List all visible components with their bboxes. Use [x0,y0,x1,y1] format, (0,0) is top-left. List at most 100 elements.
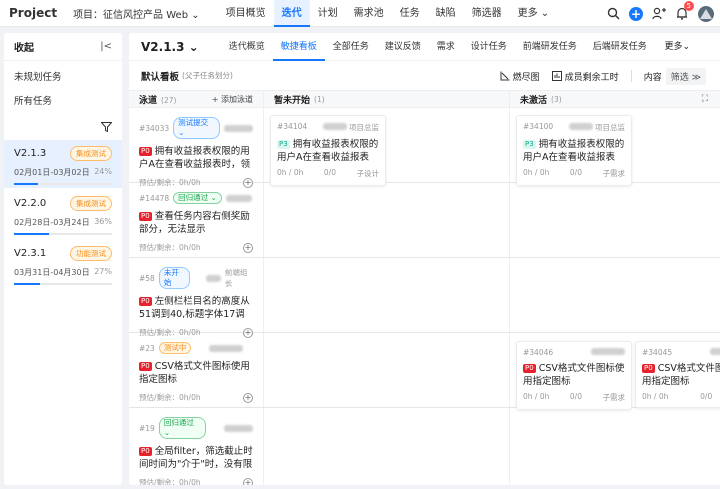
column-divider [509,91,510,485]
sidebar-collapse-label[interactable]: 收起 [14,39,34,54]
status-tag[interactable]: 回归通过 ⌄ [173,192,222,204]
task-card[interactable]: #34100 项目总监 P3拥有收益报表权限的用户A在查看收益报表时，领 0h … [516,115,632,186]
bar-chart-icon [551,71,562,81]
user-avatar[interactable] [698,5,714,22]
iteration-percent: 24% [94,167,112,176]
nav-task[interactable]: 任务 [392,0,428,27]
add-member-icon[interactable] [652,7,666,21]
board-title[interactable]: 默认看板 [141,69,179,83]
estimate-text: 预估/剩余：0h/0h [139,393,201,402]
task-id: #23 [139,343,155,353]
sidebar-item-all-tasks[interactable]: 所有任务 [4,93,122,111]
swimlane[interactable]: #58未开始 前端组长 P0左侧栏栏目名的高度从51调到40,标题字体17调到15… [129,259,263,346]
task-card[interactable]: #34104 项目总监 P3拥有收益报表权限的用户A在查看收益报表时，领 0h … [270,115,386,186]
iteration-item[interactable]: V2.1.3 集成测试 02月01日-03月02日 24% [4,140,122,188]
iteration-name: V2.2.0 [14,198,47,209]
create-plus-icon[interactable]: + [629,6,643,21]
filter-funnel-icon[interactable] [100,122,113,135]
expand-icon[interactable]: ⛶ [702,94,708,104]
tab-frontend-tasks[interactable]: 前端研发任务 [515,33,585,61]
swimlane[interactable]: #34033测试提交 ⌄ P0拥有收益报表权限的用户A在查看收益报表时，领队关 … [129,109,263,196]
project-selector[interactable]: 项目：征信风控产品 Web ⌄ [73,6,200,21]
nav-requirement-pool[interactable]: 需求池 [346,0,392,27]
todo-column-header: 暂未开始 (1) [264,91,509,108]
todo-count: (1) [314,94,325,104]
assignee-redacted [224,124,253,132]
swimlane[interactable]: #14478 回归通过 ⌄ P0 查看任务内容右侧奖励部分，无法显示 预估/剩余：0… [129,184,263,261]
task-title[interactable]: 左侧栏栏目名的高度从51调到40,标题字体17调到15,统 [139,296,250,321]
lane-count: (27) [161,95,177,105]
tab-all-tasks[interactable]: 全部任务 [325,33,377,61]
assignee-redacted [710,348,720,355]
card-subtask-count: 0/0 [700,392,713,401]
task-title[interactable]: CSV格式文件图标使用指定图标 [139,361,250,385]
top-bar: Project 项目：征信风控产品 Web ⌄ 项目概览 迭代 计划 需求池 任… [0,0,720,27]
sidebar-item-unplanned[interactable]: 未规划任务 [4,69,122,87]
version-selector[interactable]: V2.1.3 ⌄ [141,40,199,54]
task-title[interactable]: 查看任务内容右侧奖励部分，无法显示 [139,211,250,235]
add-card-icon[interactable]: + [243,477,253,485]
priority-badge: P0 [139,362,152,371]
task-title[interactable]: 拥有收益报表权限的用户A在查看收益报表时，领队关 [139,146,250,171]
priority-badge: P3 [277,140,290,149]
iteration-item[interactable]: V2.2.0 集成测试 02月28日-03月24日 36% [4,190,122,238]
nav-overview[interactable]: 项目概览 [218,0,274,27]
search-icon[interactable] [606,7,620,21]
card-id: #34100 [523,122,554,131]
iteration-progress-bar [14,183,112,185]
collapse-icon[interactable]: |< [100,41,112,52]
status-tag[interactable]: 未开始 [158,267,190,289]
card-role: 项目总监 [595,123,625,132]
assignee-role: 前端组长 [224,268,248,288]
swimlane[interactable]: #23 测试中 P0 CSV格式文件图标使用指定图标 预估/剩余：0h/0h + [129,334,263,411]
nav-iteration[interactable]: 迭代 [273,0,310,27]
iteration-name: V2.3.1 [14,248,47,259]
burndown-button[interactable]: 燃尽图 [500,70,540,83]
tab-more[interactable]: 更多⌄ [664,33,690,61]
add-card-icon[interactable]: + [243,242,253,253]
task-id: #14478 [139,193,170,203]
status-tag[interactable]: 测试中 [158,342,192,354]
card-id: #34104 [277,122,308,131]
tab-design-tasks[interactable]: 设计任务 [463,33,515,61]
iteration-item[interactable]: V2.3.1 功能测试 03月31日-04月30日 27% [4,240,122,288]
nav-defect[interactable]: 缺陷 [428,0,464,27]
card-id: #34045 [642,348,673,357]
add-card-icon[interactable]: + [243,392,253,403]
status-tag[interactable]: 回归通过 ⌄ [158,417,207,439]
task-card[interactable]: #34046 P0 CSV格式文件图标使用指定图标 0h / 0h 0/0 子需求 [516,341,632,410]
board-panel: V2.1.3 ⌄ 迭代概览 敏捷看板 全部任务 建议反馈 需求 设计任务 前端研… [129,33,720,485]
status-tag[interactable]: 测试提交 ⌄ [173,117,221,139]
inactive-column-header: 未激活 (3) [510,91,720,108]
tab-backend-tasks[interactable]: 后端研发任务 [585,33,655,61]
nav-more[interactable]: 更多 ⌄ [510,0,558,27]
iteration-name: V2.1.3 [14,148,47,159]
tab-requirements[interactable]: 需求 [429,33,463,61]
tab-iteration-overview[interactable]: 迭代概览 [221,33,273,61]
column-divider [263,91,264,485]
card-subtask-count: 0/0 [569,168,582,177]
assignee-redacted [225,194,252,202]
task-title[interactable]: 全局filter，筛选截止时间时间为"介于"时，没有限制后 [139,446,253,471]
board-tabs: V2.1.3 ⌄ 迭代概览 敏捷看板 全部任务 建议反馈 需求 设计任务 前端研… [129,33,720,61]
task-card[interactable]: #34045 P0CSV格式文件图标使用指定图标 0h / 0h0/0 [635,341,720,408]
member-workload-button[interactable]: 成员剩余工时 [551,70,619,83]
brand-title: Project [9,6,58,20]
tab-agile-board[interactable]: 敏捷看板 [272,33,325,61]
iteration-percent: 27% [94,267,112,276]
card-type: 子需求 [602,169,626,178]
priority-badge: P0 [139,212,152,221]
notification-bell-icon[interactable]: 5 [675,0,694,21]
burndown-icon [500,71,510,81]
nav-filter[interactable]: 筛选器 [464,0,510,27]
nav-plan[interactable]: 计划 [310,0,346,27]
iteration-dates: 03月31日-04月30日 [14,268,90,277]
inactive-header-title: 未激活 [520,95,548,106]
priority-badge: P3 [523,140,536,149]
filter-button[interactable]: 筛选 ≫ [665,67,706,85]
estimate-text: 预估/剩余：0h/0h [139,478,201,485]
swimlane[interactable]: #19回归通过 ⌄ P0全局filter，筛选截止时间时间为"介于"时，没有限制… [129,409,263,485]
tab-feedback[interactable]: 建议反馈 [377,33,429,61]
add-lane-button[interactable]: + 添加泳道 [212,94,253,105]
card-title: 拥有收益报表权限的用户A在查看收益报表时，领 [523,139,625,163]
